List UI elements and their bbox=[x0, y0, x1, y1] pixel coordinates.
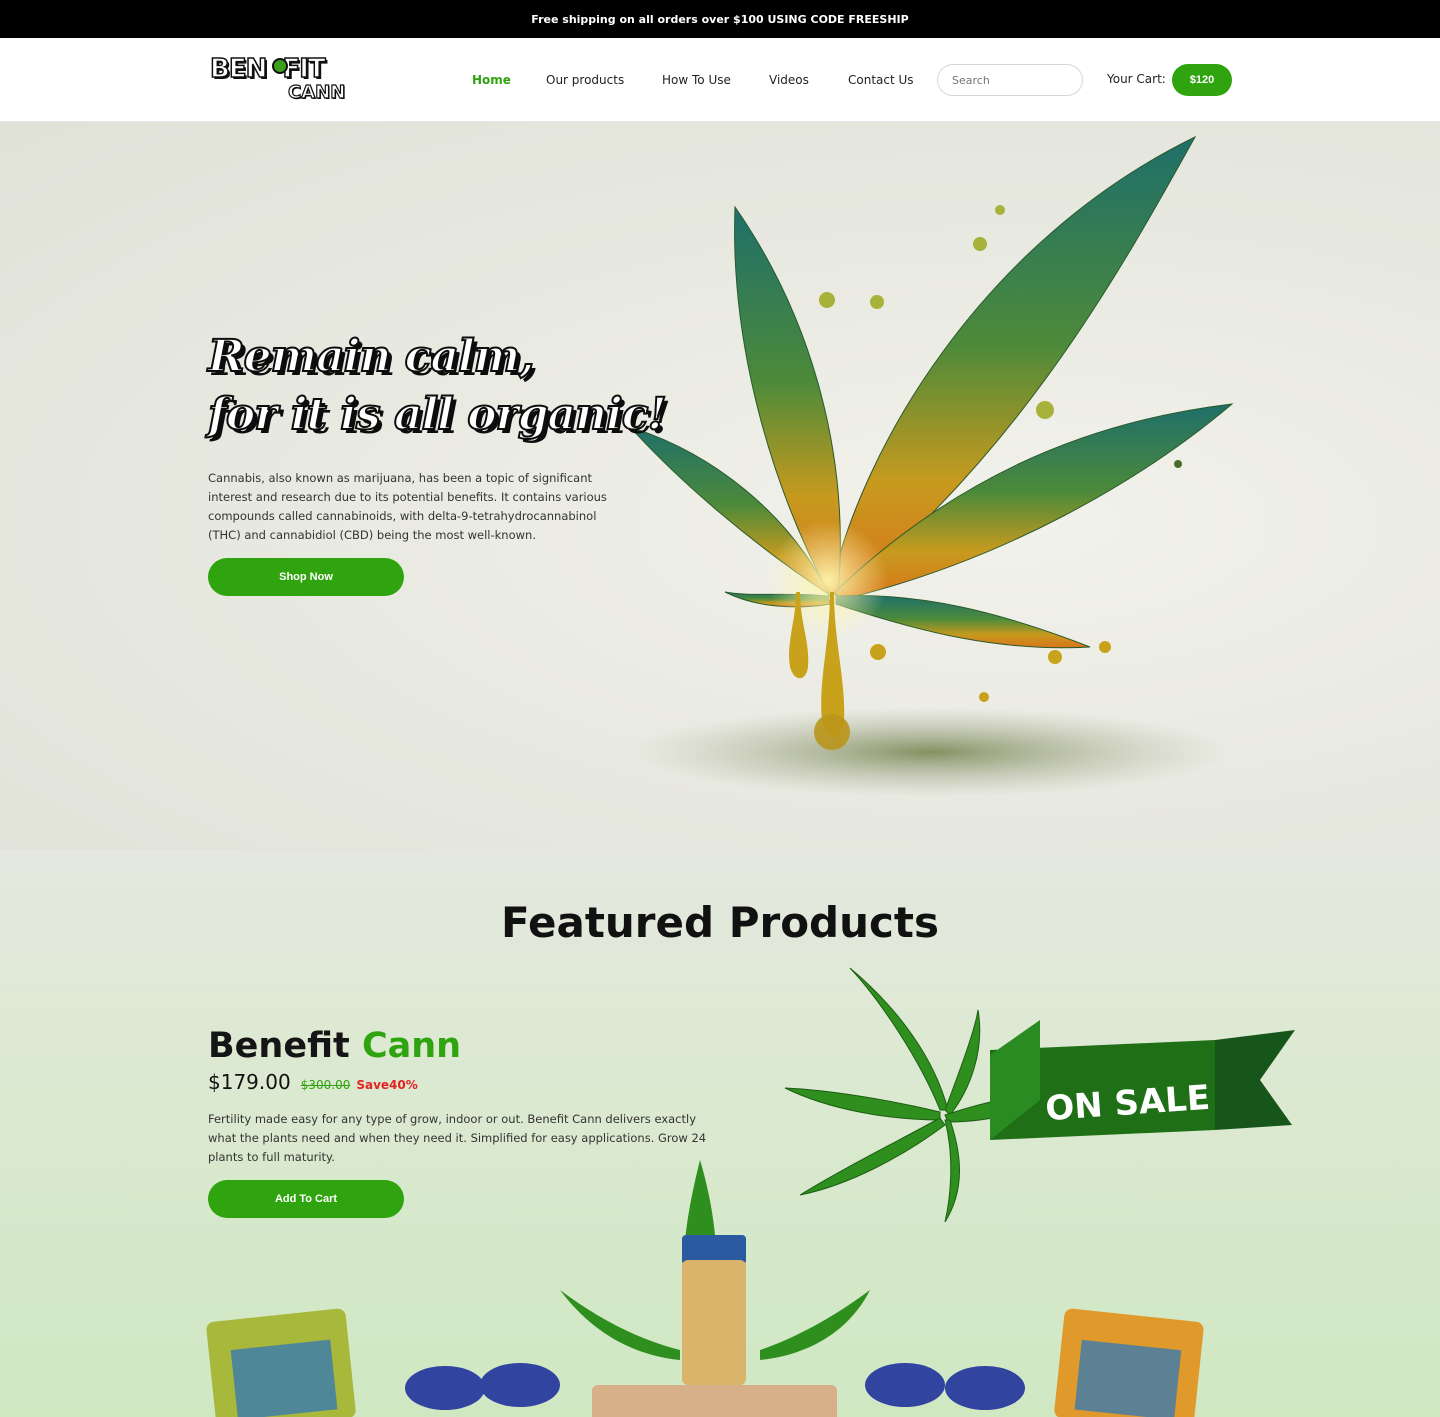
hero-title-line1: Remain calm, bbox=[207, 330, 536, 383]
announcement-text: Free shipping on all orders over $100 US… bbox=[531, 12, 909, 26]
cart-button[interactable]: $120 bbox=[1172, 64, 1232, 96]
nav-home[interactable]: Home bbox=[472, 73, 511, 87]
product-old-price: $300.00 bbox=[300, 1078, 351, 1092]
hero-leaf-image bbox=[628, 135, 1234, 797]
product-description: Fertility made easy for any type of grow… bbox=[208, 1112, 707, 1164]
cart-label: Your Cart: bbox=[1107, 72, 1166, 86]
product-save-badge: Save40% bbox=[356, 1078, 418, 1092]
logo-text-ben: BEN FIT bbox=[209, 53, 326, 85]
price-row: $179.00 $300.00 Save40% bbox=[208, 1070, 418, 1094]
nav-how-to-use[interactable]: How To Use bbox=[662, 73, 731, 87]
hero-title: Remain calm, for it is all organic! bbox=[207, 328, 668, 444]
hero-title-line2: for it is all organic! bbox=[207, 388, 668, 441]
nav-contact-us[interactable]: Contact Us bbox=[848, 73, 914, 87]
site-header: BEN FIT CANN Home Our products How To Us… bbox=[0, 38, 1440, 122]
hero-description: Cannabis, also known as marijuana, has b… bbox=[208, 471, 607, 542]
product-name-accent: Cann bbox=[361, 1026, 462, 1066]
logo[interactable]: BEN FIT CANN bbox=[209, 53, 346, 106]
logo-text-cann: CANN bbox=[287, 81, 346, 103]
product-name: Benefit Cann bbox=[208, 1026, 461, 1066]
nav-our-products[interactable]: Our products bbox=[546, 73, 624, 87]
nav-videos[interactable]: Videos bbox=[769, 73, 809, 87]
announcement-bar: Free shipping on all orders over $100 US… bbox=[0, 0, 1440, 38]
product-name-main: Benefit bbox=[208, 1026, 350, 1066]
search-input[interactable] bbox=[937, 64, 1083, 96]
add-to-cart-button[interactable]: Add To Cart bbox=[208, 1180, 404, 1218]
hero-section: Remain calm, for it is all organic! Cann… bbox=[0, 122, 1440, 850]
product-price: $179.00 bbox=[208, 1070, 291, 1094]
featured-title: Featured Products bbox=[501, 898, 939, 947]
shop-now-button[interactable]: Shop Now bbox=[208, 558, 404, 596]
logo-dot-icon bbox=[272, 58, 288, 74]
featured-products-section: ON SALE Featured Products Benefit Cann $… bbox=[0, 850, 1440, 1417]
